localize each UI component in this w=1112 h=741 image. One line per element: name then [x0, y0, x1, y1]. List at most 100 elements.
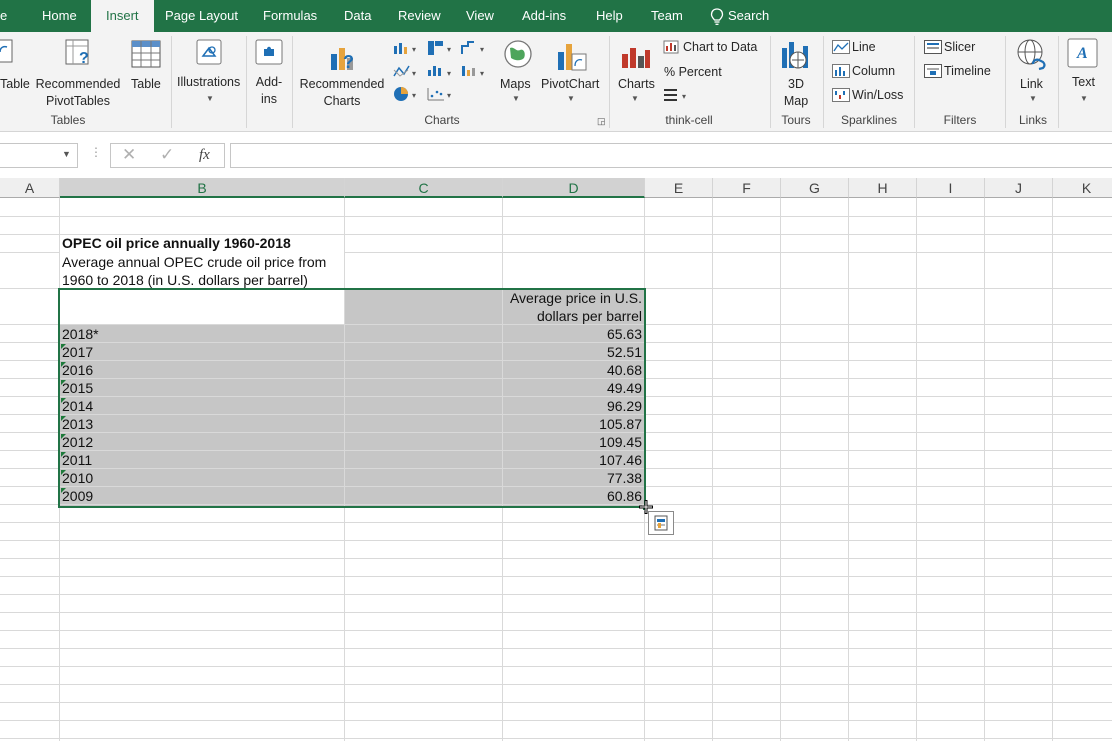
- pivotchart-label[interactable]: PivotChart: [541, 76, 599, 93]
- pivottable-icon[interactable]: [0, 38, 14, 64]
- add-ins-icon[interactable]: [254, 38, 284, 66]
- price-cell[interactable]: 60.86: [503, 487, 642, 505]
- illustrations-icon[interactable]: [195, 38, 223, 66]
- name-box[interactable]: ▼: [0, 143, 78, 168]
- enter-check-icon[interactable]: ✓: [160, 145, 174, 165]
- recommended-pivottables-icon[interactable]: ?: [64, 38, 94, 70]
- think-cell-charts-icon[interactable]: [620, 40, 652, 70]
- year-cell[interactable]: 2010: [62, 469, 93, 487]
- column-header-b[interactable]: B: [60, 178, 345, 198]
- sheet-title[interactable]: OPEC oil price annually 1960-2018: [62, 234, 291, 252]
- column-header-e[interactable]: E: [645, 178, 713, 198]
- price-cell[interactable]: 65.63: [503, 325, 642, 343]
- gridline: [780, 198, 781, 741]
- chart-to-data-button[interactable]: Chart to Data: [683, 39, 757, 56]
- price-header-line2[interactable]: dollars per barrel: [503, 307, 642, 325]
- sparkline-column-button[interactable]: Column: [852, 63, 895, 80]
- price-cell[interactable]: 77.38: [503, 469, 642, 487]
- column-header-k[interactable]: K: [1053, 178, 1112, 198]
- year-cell[interactable]: 2013: [62, 415, 93, 433]
- think-cell-charts-label[interactable]: Charts: [618, 76, 655, 93]
- column-header-h[interactable]: H: [849, 178, 917, 198]
- tab-page-layout[interactable]: Page Layout: [165, 0, 238, 32]
- ribbon: Table ? Recommended PivotTables Table Ta…: [0, 32, 1112, 132]
- column-header-d[interactable]: D: [503, 178, 645, 198]
- price-cell[interactable]: 109.45: [503, 433, 642, 451]
- link-icon[interactable]: [1015, 38, 1051, 72]
- price-cell[interactable]: 49.49: [503, 379, 642, 397]
- table-icon[interactable]: [131, 40, 161, 68]
- gridline: [0, 558, 1112, 559]
- price-cell[interactable]: 105.87: [503, 415, 642, 433]
- year-cell[interactable]: 2016: [62, 361, 93, 379]
- year-cell[interactable]: 2017: [62, 343, 93, 361]
- column-header-c[interactable]: C: [345, 178, 503, 198]
- chart-type-icons[interactable]: ▾ ▾ ▾ ▾ ▾ ▾ ▾ ▾: [392, 40, 492, 108]
- table-cut-label[interactable]: Table: [0, 76, 30, 93]
- price-cell[interactable]: 52.51: [503, 343, 642, 361]
- link-label[interactable]: Link: [1020, 76, 1043, 93]
- insert-function-button[interactable]: fx: [199, 147, 210, 164]
- recommended-charts-label[interactable]: Recommended Charts: [298, 76, 386, 110]
- column-header-a[interactable]: A: [0, 178, 60, 198]
- year-cell[interactable]: 2018*: [62, 325, 99, 343]
- sheet-subtitle-line2[interactable]: 1960 to 2018 (in U.S. dollars per barrel…: [62, 271, 308, 289]
- formula-input[interactable]: [230, 143, 1112, 168]
- tab-add-ins[interactable]: Add-ins: [522, 0, 566, 32]
- pivotchart-icon[interactable]: [556, 40, 588, 72]
- text-label[interactable]: Text: [1072, 74, 1095, 91]
- tab-help[interactable]: Help: [596, 0, 623, 32]
- timeline-button[interactable]: Timeline: [944, 63, 991, 80]
- tab-file[interactable]: e: [0, 0, 7, 32]
- worksheet-grid[interactable]: A B C D E F G H I J K OPEC oil price ann…: [0, 178, 1112, 741]
- tab-view[interactable]: View: [466, 0, 494, 32]
- maps-label[interactable]: Maps: [500, 76, 531, 93]
- sparkline-line-button[interactable]: Line: [852, 39, 876, 56]
- cancel-icon[interactable]: ✕: [122, 145, 136, 165]
- 3d-map-icon[interactable]: [779, 38, 813, 72]
- sheet-subtitle-line1[interactable]: Average annual OPEC crude oil price from: [62, 253, 326, 271]
- svg-text:▾: ▾: [480, 45, 484, 54]
- add-ins-label[interactable]: Add- ins: [250, 74, 288, 108]
- tell-me-search[interactable]: Search: [710, 0, 769, 32]
- formula-bar-grip-icon[interactable]: ⋮: [90, 145, 102, 159]
- table-label[interactable]: Table: [131, 76, 161, 93]
- year-cell[interactable]: 2012: [62, 433, 93, 451]
- recommended-charts-icon[interactable]: ?: [328, 40, 362, 72]
- dialog-launcher-icon[interactable]: ◲: [597, 116, 606, 127]
- price-cell[interactable]: 40.68: [503, 361, 642, 379]
- column-header-g[interactable]: G: [781, 178, 849, 198]
- tab-team[interactable]: Team: [651, 0, 683, 32]
- chevron-down-icon: ▼: [631, 94, 639, 103]
- chevron-down-icon[interactable]: ▼: [62, 149, 71, 159]
- text-icon[interactable]: A: [1067, 38, 1099, 68]
- column-header-i[interactable]: I: [917, 178, 985, 198]
- maps-icon[interactable]: [502, 38, 534, 70]
- svg-text:A: A: [1076, 45, 1088, 62]
- year-cell[interactable]: 2014: [62, 397, 93, 415]
- year-cell[interactable]: 2009: [62, 487, 93, 505]
- price-cell[interactable]: 107.46: [503, 451, 642, 469]
- tab-data[interactable]: Data: [344, 0, 371, 32]
- year-cell[interactable]: 2015: [62, 379, 93, 397]
- svg-text:?: ?: [79, 50, 89, 67]
- tab-insert[interactable]: Insert: [91, 0, 154, 32]
- tab-review[interactable]: Review: [398, 0, 441, 32]
- percent-button[interactable]: % Percent: [664, 64, 722, 81]
- tab-formulas[interactable]: Formulas: [263, 0, 317, 32]
- illustrations-label[interactable]: Illustrations: [177, 74, 240, 91]
- column-header-j[interactable]: J: [985, 178, 1053, 198]
- search-label: Search: [728, 8, 770, 23]
- gridline: [1052, 198, 1053, 741]
- year-cell[interactable]: 2011: [62, 451, 92, 469]
- slicer-button[interactable]: Slicer: [944, 39, 975, 56]
- sparkline-winloss-button[interactable]: Win/Loss: [852, 87, 903, 104]
- 3d-map-label[interactable]: 3D Map: [776, 76, 816, 110]
- quick-analysis-button[interactable]: [648, 511, 674, 535]
- column-header-f[interactable]: F: [713, 178, 781, 198]
- tab-home[interactable]: Home: [42, 0, 77, 32]
- price-header-line1[interactable]: Average price in U.S.: [503, 289, 642, 307]
- recommended-pivottables-label[interactable]: Recommended PivotTables: [34, 76, 122, 110]
- price-cell[interactable]: 96.29: [503, 397, 642, 415]
- align-menu-icon[interactable]: ▾: [663, 88, 691, 102]
